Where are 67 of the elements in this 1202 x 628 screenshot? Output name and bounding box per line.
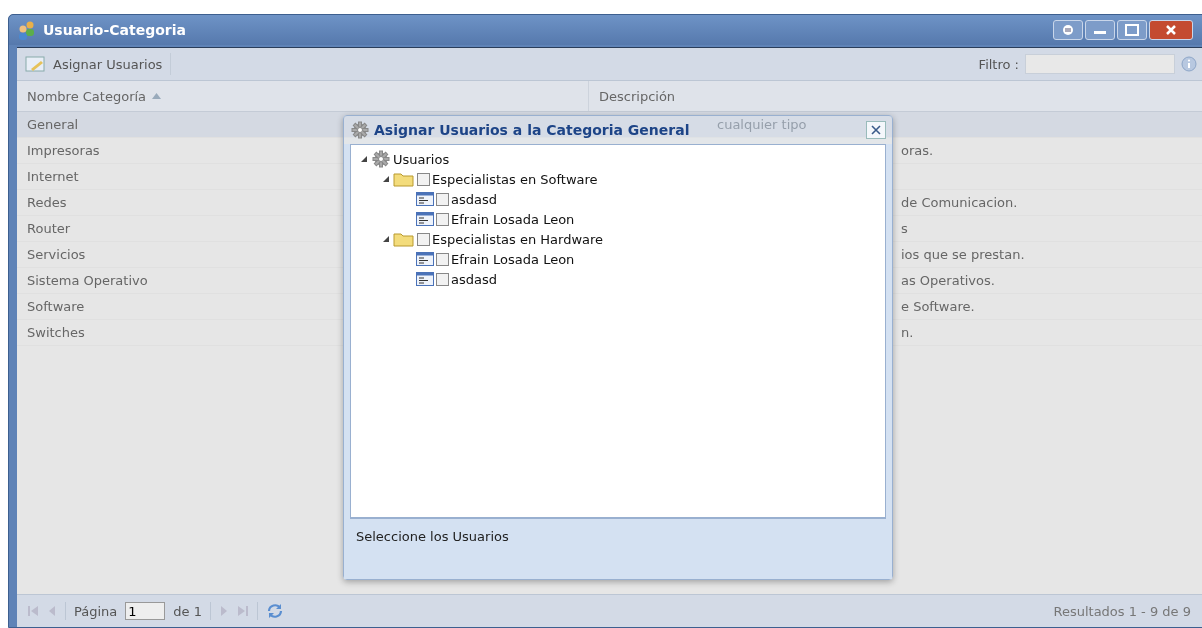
tree-item[interactable]: Usuarios xyxy=(393,151,450,167)
tree-item[interactable]: Efrain Losada Leon xyxy=(451,251,575,267)
table-cell-text: Redes xyxy=(26,195,68,210)
page-label: Página xyxy=(74,603,118,619)
table-cell-text: Switches xyxy=(26,325,86,340)
checkbox[interactable] xyxy=(417,232,430,246)
expand-arrow-icon[interactable] xyxy=(359,154,369,164)
expand-arrow-icon[interactable] xyxy=(381,174,391,184)
close-icon xyxy=(870,124,882,136)
table-cell-text: Internet xyxy=(26,169,80,184)
column-header[interactable]: Descripción xyxy=(589,81,1202,111)
results-count: Resultados 1 - 9 de 9 xyxy=(1053,603,1191,619)
table-cell-text: Router xyxy=(26,221,72,236)
dialog-hint: Seleccione los Usuarios xyxy=(356,528,509,544)
close-icon xyxy=(1165,24,1177,36)
sort-ascending-icon xyxy=(152,93,162,99)
folder-icon xyxy=(393,231,415,247)
page-field[interactable]: 1 xyxy=(125,602,166,620)
tree-item[interactable]: asdasd xyxy=(451,191,497,207)
close-button[interactable] xyxy=(1149,20,1193,40)
table-cell-text: as Operativos. xyxy=(900,273,996,288)
checkbox[interactable] xyxy=(436,212,449,226)
maximize-icon xyxy=(1125,24,1139,36)
info-icon[interactable] xyxy=(1181,56,1197,72)
minimize-button[interactable] xyxy=(1085,20,1115,40)
checkbox[interactable] xyxy=(436,272,449,286)
page-count: de 1 xyxy=(173,603,202,619)
table-cell-text: oras. xyxy=(900,143,935,158)
filter-label: Filtro : xyxy=(978,56,1019,72)
tree-item[interactable]: Efrain Losada Leon xyxy=(451,211,575,227)
table-cell-text: Impresoras xyxy=(26,143,101,158)
table-cell-text: s xyxy=(900,221,909,236)
form-icon xyxy=(416,192,434,206)
form-icon xyxy=(416,252,434,266)
gear-icon xyxy=(350,120,370,140)
table-cell-text: Sistema Operativo xyxy=(26,273,149,288)
table-cell-text: e Software. xyxy=(900,299,976,314)
tree-item[interactable]: asdasd xyxy=(451,271,497,287)
checkbox[interactable] xyxy=(417,172,430,186)
tree-item[interactable]: Especialistas en Hardware xyxy=(432,231,604,247)
gear-icon xyxy=(371,149,391,169)
form-icon xyxy=(416,272,434,286)
close-button[interactable] xyxy=(866,121,886,139)
refresh-button[interactable] xyxy=(265,603,284,619)
folder-icon xyxy=(393,171,415,187)
checkbox[interactable] xyxy=(436,252,449,266)
restore-icon xyxy=(1062,24,1074,36)
restore-button[interactable] xyxy=(1053,20,1083,40)
maximize-button[interactable] xyxy=(1117,20,1147,40)
form-icon xyxy=(416,212,434,226)
window-title: Usuario-Categoria xyxy=(43,22,186,38)
users-icon xyxy=(17,20,37,40)
assign-users-button[interactable]: Asignar Usuarios xyxy=(23,53,172,75)
table-cell-text: de Comunicacion. xyxy=(900,195,1019,210)
column-header[interactable]: Nombre Categoría xyxy=(17,81,589,111)
checkbox[interactable] xyxy=(436,192,449,206)
dialog-title: Asignar Usuarios a la Categoria General xyxy=(374,122,690,138)
tree-item[interactable]: Especialistas en Software xyxy=(432,171,598,187)
table-cell-text: Servicios xyxy=(26,247,87,262)
table-cell-text: cualquier tipo xyxy=(716,117,808,132)
table-cell-text: General xyxy=(26,117,80,132)
table-cell-text: ios que se prestan. xyxy=(900,247,1026,262)
expand-arrow-icon[interactable] xyxy=(381,234,391,244)
table-cell-text: Software xyxy=(26,299,86,314)
filter-field[interactable] xyxy=(1025,54,1175,74)
pencil-icon xyxy=(25,55,47,73)
table-cell-text: n. xyxy=(900,325,915,340)
